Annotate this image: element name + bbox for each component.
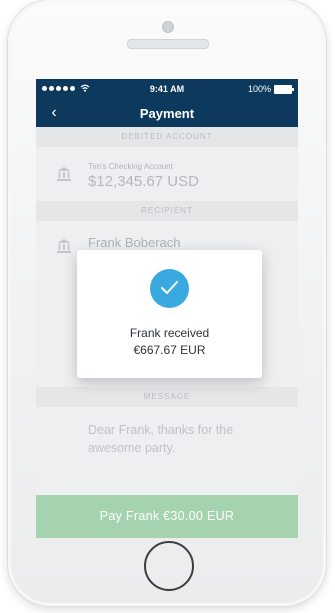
account-balance: $12,345.67 USD [88, 173, 199, 190]
front-camera [162, 21, 174, 33]
page-title: Payment [139, 106, 195, 121]
battery-percent: 100% [247, 84, 271, 94]
received-amount: €667.67 EUR [133, 343, 206, 357]
account-name: Tim's Checking Account [88, 162, 173, 171]
bank-icon [57, 167, 71, 181]
section-header-recipient: RECIPIENT [36, 201, 298, 221]
battery-icon [274, 84, 294, 94]
message-text[interactable]: Dear Frank, thanks for the awesome party… [88, 421, 288, 457]
check-icon [161, 281, 178, 294]
recipient-name: Frank Boberach [88, 235, 181, 250]
section-header-debited-account: DEBITED ACCOUNT [36, 127, 298, 147]
earpiece-speaker [127, 39, 209, 49]
success-badge [150, 269, 189, 308]
confirmation-message: Frank received [129, 326, 210, 340]
status-bar: 9:41 AM 100% [36, 79, 298, 99]
payment-confirmation-modal: Frank received €667.67 EUR [77, 250, 262, 378]
bank-icon [57, 239, 71, 253]
app-screen: 9:41 AM 100% ‹ Payment DEBITED ACCOUNT T… [36, 79, 298, 538]
section-header-message: MESSAGE [36, 387, 298, 407]
debited-account-row[interactable]: Tim's Checking Account $12,345.67 USD [36, 147, 298, 201]
phone-frame: 9:41 AM 100% ‹ Payment DEBITED ACCOUNT T… [8, 0, 326, 606]
pay-button[interactable]: Pay Frank €30.00 EUR [36, 495, 298, 538]
battery-status: 100% [247, 84, 294, 94]
navigation-bar: ‹ Payment [36, 99, 298, 127]
home-button[interactable] [144, 541, 194, 591]
